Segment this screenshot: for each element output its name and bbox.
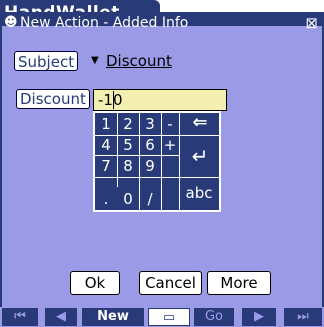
discount-label[interactable]: Discount	[16, 89, 90, 109]
key-1[interactable]: 1	[95, 113, 117, 135]
subject-label[interactable]: Subject	[14, 51, 79, 71]
dropdown-arrow-icon[interactable]: ▼	[91, 53, 99, 69]
key-minus[interactable]: -	[161, 113, 179, 135]
numeric-keypad: 1 2 3 - ⇐ 4 5 6 + ↵ 7 8 9 . 0 / abc	[93, 111, 221, 212]
key-6[interactable]: 6	[139, 135, 161, 155]
key-8[interactable]: 8	[117, 155, 139, 177]
subject-dropdown[interactable]: Discount	[106, 51, 172, 71]
close-icon[interactable]: ⊠	[305, 13, 318, 33]
new-button[interactable]: New	[82, 308, 144, 326]
previous-icon[interactable]: ◀	[45, 308, 77, 326]
dialog-titlebar: ☻ New Action - Added Info ⊠	[0, 13, 324, 33]
first-record-icon[interactable]: ⏮	[2, 308, 38, 326]
key-5[interactable]: 5	[117, 135, 139, 155]
info-round-icon: ☻	[4, 15, 18, 30]
screen: HandWallet ☻ New Action - Added Info ⊠ S…	[0, 0, 324, 327]
key-0[interactable]: 0	[117, 188, 139, 210]
key-7[interactable]: 7	[95, 155, 117, 177]
key-abc[interactable]: abc	[179, 177, 219, 210]
enter-icon[interactable]: ↵	[181, 135, 219, 177]
key-decimal[interactable]: .	[95, 188, 117, 210]
taskbar: ⏮ ◀ New ▭ Go ▶ ⏭	[0, 307, 324, 327]
go-button[interactable]: Go	[194, 308, 234, 326]
key-plus[interactable]: +	[161, 135, 179, 155]
more-button[interactable]: More	[207, 271, 271, 295]
key-slash[interactable]: /	[139, 188, 161, 210]
key-2[interactable]: 2	[117, 113, 139, 135]
text-caret	[113, 91, 114, 109]
backspace-icon[interactable]: ⇐	[181, 113, 219, 135]
ok-button[interactable]: Ok	[70, 271, 120, 295]
key-4[interactable]: 4	[95, 135, 117, 155]
key-3[interactable]: 3	[139, 113, 161, 135]
wallet-icon[interactable]: ▭	[148, 308, 190, 326]
dialog-title: New Action - Added Info	[20, 15, 189, 31]
last-record-icon[interactable]: ⏭	[284, 308, 322, 326]
key-9[interactable]: 9	[139, 155, 161, 177]
cancel-button[interactable]: Cancel	[139, 271, 202, 295]
next-icon[interactable]: ▶	[242, 308, 276, 326]
